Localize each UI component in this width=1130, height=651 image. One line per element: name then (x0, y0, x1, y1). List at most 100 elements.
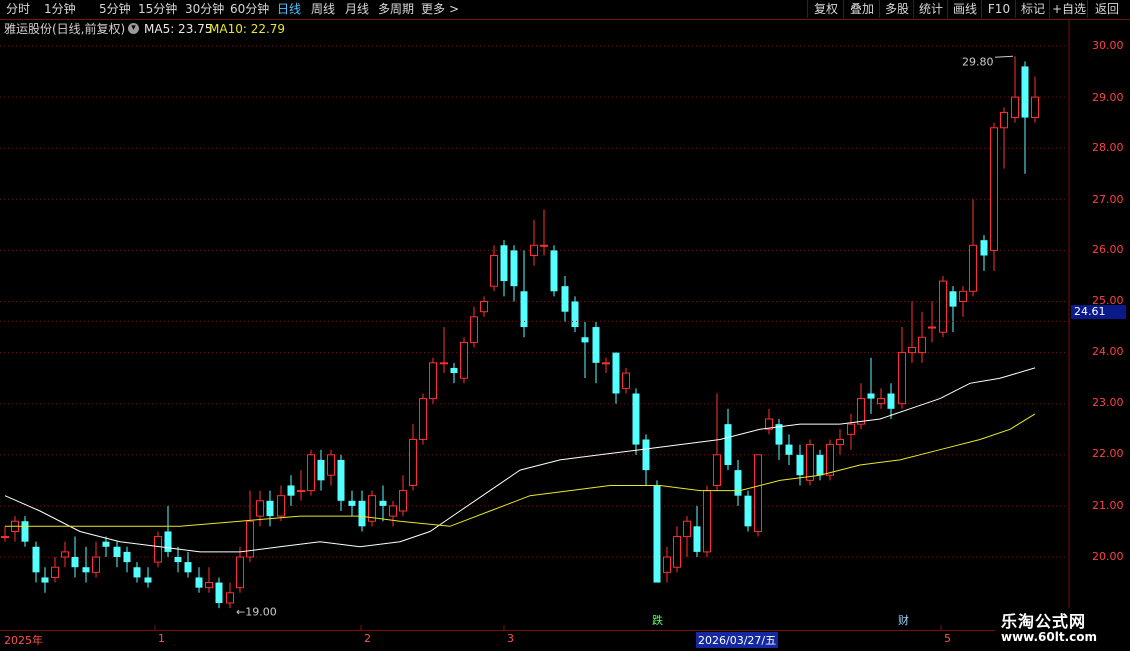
statistics-button[interactable]: 统计 (913, 0, 948, 18)
candle-body-down (133, 567, 141, 578)
candle-body-down (379, 500, 387, 506)
candle-body-down (500, 245, 508, 282)
high-price-label: 29.80 (962, 55, 994, 68)
candle-body-down (949, 291, 957, 307)
candle-body-down (744, 495, 752, 527)
candle-body-down (348, 500, 356, 506)
candle-body-up (327, 454, 335, 476)
candle-body-up (959, 290, 967, 302)
period-tab-monthly[interactable]: 月线 (345, 1, 369, 17)
candle-body-up (806, 444, 814, 481)
candle-body-up (857, 398, 865, 425)
ma-settings-icon[interactable]: ▾ (128, 23, 139, 34)
candle-body-down (632, 393, 640, 445)
candle-body-up (663, 556, 671, 573)
fuquan-button[interactable]: 复权 (807, 0, 844, 18)
candle-body-up (602, 362, 610, 365)
candle-body-down (816, 454, 824, 476)
price-tick: 24.00 (1092, 345, 1124, 358)
candle-body-down (980, 240, 988, 256)
candle-body-down (317, 459, 325, 481)
candle-body-up (470, 316, 478, 343)
candle-body-up (205, 582, 213, 589)
candle-body-up (256, 500, 264, 517)
candle-body-up (898, 352, 906, 405)
candle-body-up (51, 566, 59, 578)
candle-body-down (867, 393, 875, 399)
price-tick: 21.00 (1092, 499, 1124, 512)
candle-body-up (877, 398, 885, 405)
price-tick: 30.00 (1092, 39, 1124, 52)
price-tick: 20.00 (1092, 550, 1124, 563)
candle-body-down (215, 582, 223, 603)
candle-body-down (113, 546, 121, 557)
candle-body-down (796, 454, 804, 476)
candlestick-chart[interactable]: 29.80 ←19.00 (0, 20, 1070, 630)
candle-body-down (174, 557, 182, 563)
candle-body-up (307, 454, 315, 492)
draw-line-button[interactable]: 画线 (947, 0, 982, 18)
candle-body-down (41, 577, 49, 583)
candle-body-up (480, 301, 488, 313)
candle-body-up (713, 454, 721, 486)
candle-body-down (734, 470, 742, 496)
date-axis: 2025年 1 2 3 2026/03/27/五 5 (0, 630, 1070, 651)
period-tab-weekly[interactable]: 周线 (311, 1, 335, 17)
candle-body-up (939, 280, 947, 333)
current-price-label: 24.61 (1071, 305, 1126, 319)
period-tab-daily[interactable]: 日线 (277, 1, 301, 17)
candle-body-down (550, 250, 558, 292)
candle-body-up (236, 556, 244, 589)
mark-button[interactable]: 标记 (1015, 0, 1050, 18)
candle-body-up (61, 551, 69, 558)
price-tick: 28.00 (1092, 141, 1124, 154)
candle-body-up (673, 536, 681, 568)
high-arrow (994, 55, 1014, 58)
candle-body-up (703, 490, 711, 553)
period-tab-15min[interactable]: 15分钟 (138, 1, 177, 17)
period-tab-fenshi[interactable]: 分时 (6, 1, 30, 17)
candle-body-down (21, 521, 29, 542)
period-toolbar: 分时 1分钟 5分钟 15分钟 30分钟 60分钟 日线 周线 月线 多周期 更… (0, 0, 1130, 20)
candle-body-down (358, 500, 366, 527)
low-price-label: ←19.00 (236, 605, 277, 618)
price-tick: 29.00 (1092, 91, 1124, 104)
chevron-right-icon[interactable]: > (449, 1, 459, 17)
price-tick: 23.00 (1092, 396, 1124, 409)
period-tab-30min[interactable]: 30分钟 (185, 1, 224, 17)
candle-body-up (460, 341, 468, 379)
watermark-title: 乐淘公式网 (1001, 612, 1087, 631)
candle-body-up (409, 438, 417, 486)
candle-body-down (592, 327, 600, 363)
candle-body-down (571, 301, 579, 328)
candle-body-down (144, 577, 152, 583)
f10-button[interactable]: F10 (981, 0, 1016, 18)
candle-body-down (510, 250, 518, 287)
period-tab-multi[interactable]: 多周期 (378, 1, 414, 17)
candle-body-down (266, 500, 274, 517)
candle-body-up (226, 592, 234, 604)
back-button[interactable]: 返回 (1087, 0, 1126, 18)
candle-body-up (389, 505, 397, 517)
candle-body-down (1021, 66, 1029, 118)
candle-body-down (724, 424, 732, 466)
event-tag-die[interactable]: 跌 (650, 614, 665, 627)
candle-body-up (1031, 96, 1039, 119)
date-label: 1 (158, 632, 165, 645)
period-tab-1min[interactable]: 1分钟 (44, 1, 76, 17)
event-tag-cai[interactable]: 财 (896, 614, 911, 627)
add-watchlist-button[interactable]: +自选 (1049, 0, 1088, 18)
candle-body-up (918, 336, 926, 354)
ma5-value: MA5: 23.75 (144, 22, 213, 36)
cursor-date-label: 2026/03/27/五 (696, 632, 779, 648)
candle-body-up (1, 536, 9, 539)
multi-stock-button[interactable]: 多股 (879, 0, 914, 18)
watermark: 乐淘公式网 www.60lt.com (995, 608, 1130, 650)
overlay-button[interactable]: 叠加 (843, 0, 880, 18)
candle-body-up (297, 490, 305, 493)
period-tab-5min[interactable]: 5分钟 (99, 1, 131, 17)
candle-body-down (612, 352, 620, 394)
candle-body-up (836, 438, 844, 446)
period-tab-60min[interactable]: 60分钟 (230, 1, 269, 17)
period-tab-more[interactable]: 更多 (421, 1, 445, 17)
